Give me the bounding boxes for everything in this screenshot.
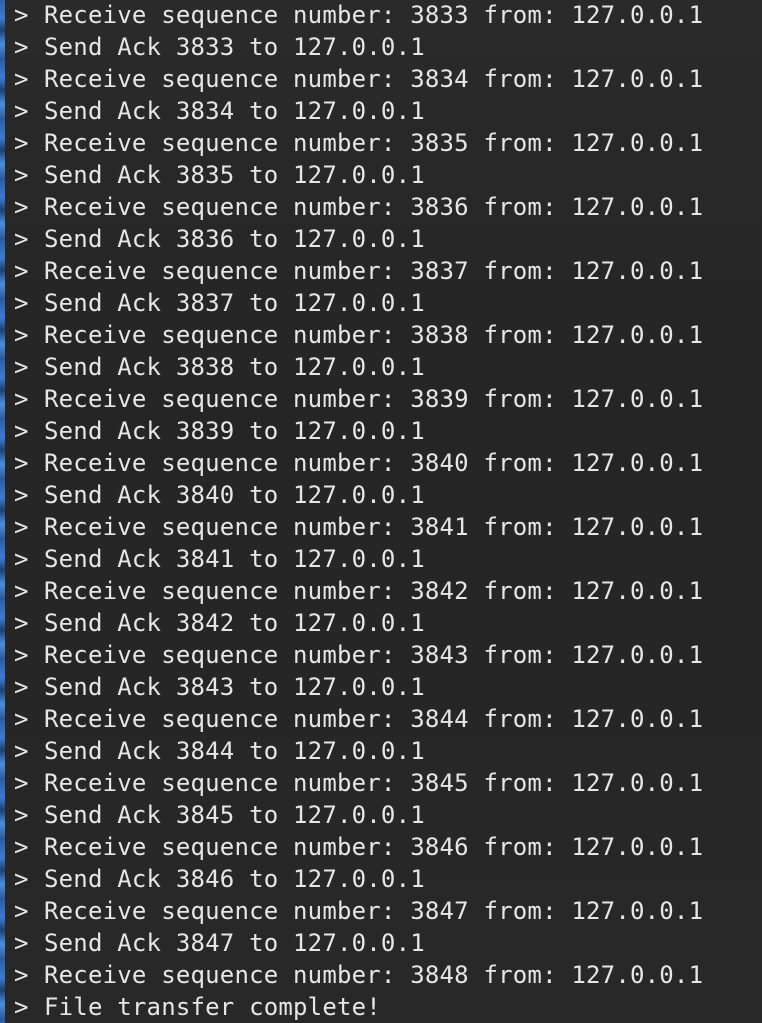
console-line-text: Send Ack 3834 to 127.0.0.1 bbox=[44, 97, 425, 125]
console-line-text: Send Ack 3842 to 127.0.0.1 bbox=[44, 609, 425, 637]
console-line-text: Receive sequence number: 3838 from: 127.… bbox=[44, 321, 704, 349]
console-line-text: Receive sequence number: 3842 from: 127.… bbox=[44, 577, 704, 605]
console-line: > Receive sequence number: 3833 from: 127… bbox=[14, 0, 754, 31]
console-line-text: Send Ack 3838 to 127.0.0.1 bbox=[44, 353, 425, 381]
prompt-glyph: > bbox=[14, 129, 29, 157]
console-line: > Receive sequence number: 3840 from: 127… bbox=[14, 447, 754, 479]
prompt-glyph: > bbox=[14, 353, 29, 381]
console-line: > File transfer complete! bbox=[14, 991, 754, 1023]
terminal-window: > Receive sequence number: 3833 from: 127… bbox=[0, 0, 762, 1023]
console-line: > Send Ack 3837 to 127.0.0.1 bbox=[14, 287, 754, 319]
console-line: > Send Ack 3845 to 127.0.0.1 bbox=[14, 799, 754, 831]
console-line: > Send Ack 3844 to 127.0.0.1 bbox=[14, 735, 754, 767]
prompt-glyph: > bbox=[14, 193, 29, 221]
prompt-glyph: > bbox=[14, 1, 29, 29]
console-line: > Send Ack 3843 to 127.0.0.1 bbox=[14, 671, 754, 703]
prompt-glyph: > bbox=[14, 705, 29, 733]
console-line-text: Send Ack 3837 to 127.0.0.1 bbox=[44, 289, 425, 317]
prompt-glyph: > bbox=[14, 737, 29, 765]
console-line: > Send Ack 3833 to 127.0.0.1 bbox=[14, 31, 754, 63]
console-line-text: Receive sequence number: 3847 from: 127.… bbox=[44, 897, 704, 925]
console-line-text: Send Ack 3846 to 127.0.0.1 bbox=[44, 865, 425, 893]
console-line-text: Receive sequence number: 3846 from: 127.… bbox=[44, 833, 704, 861]
console-line: > Receive sequence number: 3841 from: 127… bbox=[14, 511, 754, 543]
console-line-text: Send Ack 3843 to 127.0.0.1 bbox=[44, 673, 425, 701]
console-line: > Receive sequence number: 3845 from: 127… bbox=[14, 767, 754, 799]
console-line: > Send Ack 3838 to 127.0.0.1 bbox=[14, 351, 754, 383]
prompt-glyph: > bbox=[14, 289, 29, 317]
prompt-glyph: > bbox=[14, 513, 29, 541]
prompt-glyph: > bbox=[14, 641, 29, 669]
console-line: > Receive sequence number: 3844 from: 127… bbox=[14, 703, 754, 735]
prompt-glyph: > bbox=[14, 769, 29, 797]
console-line: > Receive sequence number: 3846 from: 127… bbox=[14, 831, 754, 863]
console-line: > Send Ack 3834 to 127.0.0.1 bbox=[14, 95, 754, 127]
console-line: > Send Ack 3840 to 127.0.0.1 bbox=[14, 479, 754, 511]
console-line-text: Receive sequence number: 3845 from: 127.… bbox=[44, 769, 704, 797]
prompt-glyph: > bbox=[14, 673, 29, 701]
prompt-glyph: > bbox=[14, 161, 29, 189]
prompt-glyph: > bbox=[14, 577, 29, 605]
console-line-text: Receive sequence number: 3843 from: 127.… bbox=[44, 641, 704, 669]
console-line: > Receive sequence number: 3836 from: 127… bbox=[14, 191, 754, 223]
console-line-text: Send Ack 3840 to 127.0.0.1 bbox=[44, 481, 425, 509]
prompt-glyph: > bbox=[14, 385, 29, 413]
console-line: > Send Ack 3846 to 127.0.0.1 bbox=[14, 863, 754, 895]
console-line-text: Send Ack 3833 to 127.0.0.1 bbox=[44, 33, 425, 61]
console-line: > Receive sequence number: 3834 from: 127… bbox=[14, 63, 754, 95]
console-line-text: Send Ack 3835 to 127.0.0.1 bbox=[44, 161, 425, 189]
console-line: > Send Ack 3842 to 127.0.0.1 bbox=[14, 607, 754, 639]
console-line: > Receive sequence number: 3848 from: 127… bbox=[14, 959, 754, 991]
console-line: > Send Ack 3847 to 127.0.0.1 bbox=[14, 927, 754, 959]
prompt-glyph: > bbox=[14, 833, 29, 861]
console-line: > Receive sequence number: 3837 from: 127… bbox=[14, 255, 754, 287]
console-line: > Receive sequence number: 3842 from: 127… bbox=[14, 575, 754, 607]
console-line-text: File transfer complete! bbox=[44, 993, 381, 1021]
prompt-glyph: > bbox=[14, 65, 29, 93]
prompt-glyph: > bbox=[14, 481, 29, 509]
prompt-glyph: > bbox=[14, 321, 29, 349]
prompt-glyph: > bbox=[14, 993, 29, 1021]
console-line: > Receive sequence number: 3835 from: 127… bbox=[14, 127, 754, 159]
console-output[interactable]: > Receive sequence number: 3833 from: 127… bbox=[14, 0, 754, 1023]
console-line-text: Receive sequence number: 3835 from: 127.… bbox=[44, 129, 704, 157]
console-line-text: Receive sequence number: 3833 from: 127.… bbox=[44, 1, 704, 29]
console-line: > Send Ack 3836 to 127.0.0.1 bbox=[14, 223, 754, 255]
prompt-glyph: > bbox=[14, 929, 29, 957]
console-line-text: Receive sequence number: 3844 from: 127.… bbox=[44, 705, 704, 733]
console-line-text: Receive sequence number: 3841 from: 127.… bbox=[44, 513, 704, 541]
console-line: > Receive sequence number: 3843 from: 127… bbox=[14, 639, 754, 671]
console-line-text: Receive sequence number: 3848 from: 127.… bbox=[44, 961, 704, 989]
console-line-text: Send Ack 3841 to 127.0.0.1 bbox=[44, 545, 425, 573]
prompt-glyph: > bbox=[14, 257, 29, 285]
console-line: > Receive sequence number: 3847 from: 127… bbox=[14, 895, 754, 927]
prompt-glyph: > bbox=[14, 449, 29, 477]
console-line: > Receive sequence number: 3838 from: 127… bbox=[14, 319, 754, 351]
prompt-glyph: > bbox=[14, 417, 29, 445]
prompt-glyph: > bbox=[14, 961, 29, 989]
console-line-text: Send Ack 3836 to 127.0.0.1 bbox=[44, 225, 425, 253]
prompt-glyph: > bbox=[14, 33, 29, 61]
console-line-text: Receive sequence number: 3837 from: 127.… bbox=[44, 257, 704, 285]
prompt-glyph: > bbox=[14, 97, 29, 125]
console-line-text: Send Ack 3839 to 127.0.0.1 bbox=[44, 417, 425, 445]
prompt-glyph: > bbox=[14, 545, 29, 573]
console-line-text: Send Ack 3845 to 127.0.0.1 bbox=[44, 801, 425, 829]
console-line-text: Receive sequence number: 3834 from: 127.… bbox=[44, 65, 704, 93]
prompt-glyph: > bbox=[14, 225, 29, 253]
console-line-text: Send Ack 3847 to 127.0.0.1 bbox=[44, 929, 425, 957]
console-line-text: Receive sequence number: 3836 from: 127.… bbox=[44, 193, 704, 221]
desktop-edge-strip bbox=[0, 0, 5, 1023]
console-line-text: Receive sequence number: 3839 from: 127.… bbox=[44, 385, 704, 413]
console-line: > Receive sequence number: 3839 from: 127… bbox=[14, 383, 754, 415]
console-line-text: Send Ack 3844 to 127.0.0.1 bbox=[44, 737, 425, 765]
console-line: > Send Ack 3839 to 127.0.0.1 bbox=[14, 415, 754, 447]
prompt-glyph: > bbox=[14, 609, 29, 637]
console-line: > Send Ack 3841 to 127.0.0.1 bbox=[14, 543, 754, 575]
console-line: > Send Ack 3835 to 127.0.0.1 bbox=[14, 159, 754, 191]
prompt-glyph: > bbox=[14, 865, 29, 893]
prompt-glyph: > bbox=[14, 801, 29, 829]
prompt-glyph: > bbox=[14, 897, 29, 925]
console-line-text: Receive sequence number: 3840 from: 127.… bbox=[44, 449, 704, 477]
